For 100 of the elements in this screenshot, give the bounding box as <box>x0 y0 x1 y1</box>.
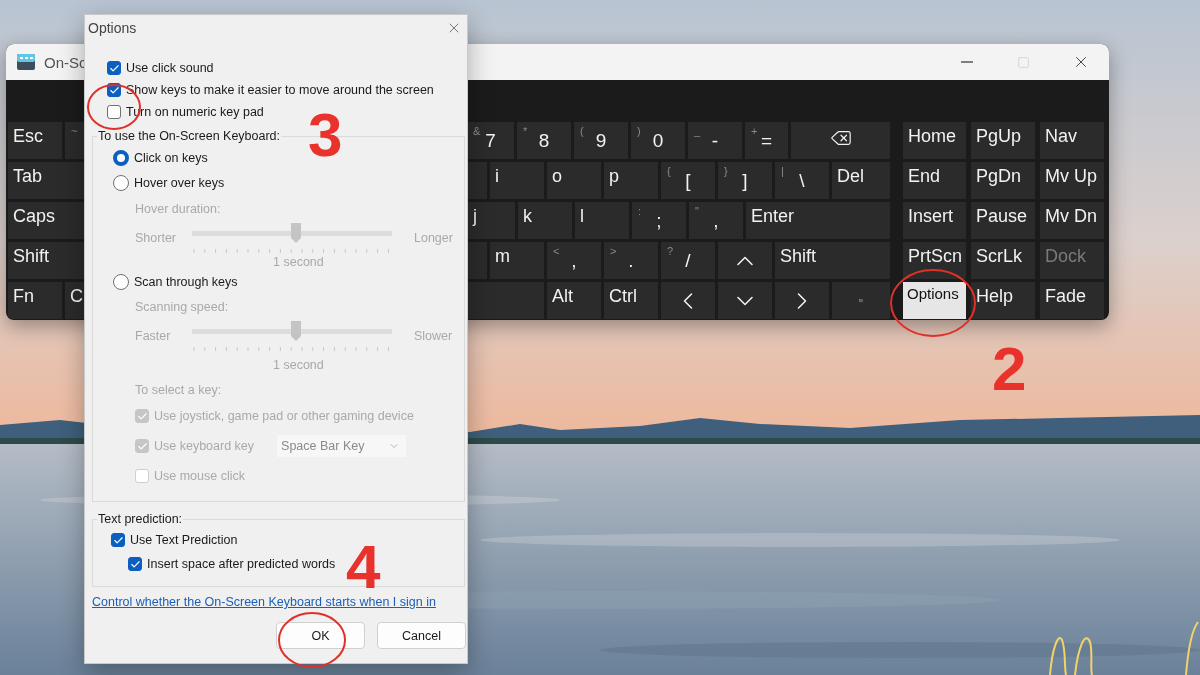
key[interactable]: Shift <box>8 242 84 279</box>
key[interactable]: Tab <box>8 162 84 199</box>
checkbox-label: Use keyboard key <box>154 439 255 453</box>
key-symbol: 7 <box>485 131 496 152</box>
shift-symbol: ? <box>667 245 674 258</box>
key[interactable]: Help <box>971 282 1035 319</box>
key[interactable]: o <box>547 162 601 199</box>
checkbox-label: Use mouse click <box>154 469 245 483</box>
key[interactable]: End <box>903 162 966 199</box>
key[interactable]: Caps <box>8 202 84 239</box>
shift-symbol: " <box>695 205 699 218</box>
key[interactable]: Enter <box>746 202 890 239</box>
cancel-button[interactable]: Cancel <box>377 622 466 649</box>
radio-button[interactable] <box>113 274 129 290</box>
radio-label: Click on keys <box>134 150 208 165</box>
key[interactable]: Pause <box>971 202 1035 239</box>
key-symbol: ] <box>742 171 748 192</box>
slider-reading: 1 second <box>273 255 324 269</box>
slider-reading: 1 second <box>273 358 324 372</box>
checkbox[interactable] <box>128 557 142 571</box>
key[interactable]: ScrLk <box>971 242 1035 279</box>
shift-symbol: ( <box>580 125 584 138</box>
checkbox[interactable] <box>107 105 121 119</box>
key[interactable]: : ; <box>632 202 686 239</box>
annotation-circle <box>277 611 347 669</box>
key[interactable]: i <box>490 162 544 199</box>
key[interactable]: j <box>468 202 515 239</box>
key[interactable]: Options <box>903 282 966 319</box>
shift-symbol: ~ <box>71 125 78 138</box>
key[interactable]: | \ <box>775 162 829 199</box>
key[interactable]: Fn <box>8 282 62 319</box>
radio-button[interactable] <box>113 174 129 191</box>
maximize-icon <box>1017 55 1030 69</box>
key[interactable]: ~ <box>65 122 84 159</box>
key[interactable]: Shift <box>775 242 890 279</box>
shift-symbol: : <box>638 205 642 218</box>
key[interactable]: Fade <box>1040 282 1104 319</box>
key[interactable]: l <box>575 202 629 239</box>
ok-button[interactable]: OK <box>276 622 365 649</box>
key[interactable]: ) 0 <box>631 122 685 159</box>
radio-label: Scan through keys <box>134 275 238 289</box>
key[interactable]: PgUp <box>971 122 1035 159</box>
key[interactable]: Ctrl <box>604 282 658 319</box>
key-symbol: - <box>711 131 719 152</box>
key-symbol: 9 <box>595 131 607 152</box>
shift-symbol: * <box>523 125 528 138</box>
key[interactable]: < , <box>547 242 601 279</box>
key[interactable]: Alt <box>547 282 601 319</box>
radio-label: Hover over keys <box>134 175 225 190</box>
slider-min-label: Faster <box>135 329 172 343</box>
radio-button[interactable] <box>113 149 129 166</box>
key-symbol: 0 <box>652 131 664 152</box>
key[interactable]: Esc <box>8 122 62 159</box>
key[interactable]: { [ <box>661 162 715 199</box>
key[interactable]: Mv Up <box>1040 162 1104 199</box>
key[interactable]: & 7 <box>468 122 514 159</box>
key[interactable]: _ - <box>688 122 742 159</box>
checkbox[interactable] <box>111 533 125 547</box>
key[interactable]: } ] <box>718 162 772 199</box>
key[interactable]: ? / <box>661 242 715 279</box>
key-symbol: , <box>713 211 719 232</box>
key[interactable]: ( 9 <box>574 122 628 159</box>
shift-symbol: | <box>781 165 784 178</box>
group-caption: To select a key: <box>135 383 222 397</box>
shift-symbol: & <box>473 125 481 138</box>
dialog-title: Options <box>88 20 137 36</box>
key[interactable]: p <box>604 162 658 199</box>
checkbox[interactable] <box>107 61 121 75</box>
menu-key-icon <box>856 299 866 302</box>
group-label: Text prediction: <box>97 512 184 526</box>
slider-caption: Hover duration: <box>135 202 221 216</box>
shift-symbol: ) <box>637 125 641 138</box>
key-symbol: [ <box>685 171 691 192</box>
key[interactable]: Home <box>903 122 966 159</box>
key[interactable]: Mv Dn <box>1040 202 1104 239</box>
key[interactable]: Insert <box>903 202 966 239</box>
key[interactable]: k <box>518 202 572 239</box>
key-symbol: = <box>760 131 773 152</box>
step-number: 2 <box>992 338 1027 400</box>
key[interactable]: * 8 <box>517 122 571 159</box>
key[interactable]: m <box>490 242 544 279</box>
shift-symbol: + <box>751 125 758 138</box>
key-symbol: ; <box>656 211 662 232</box>
step-number: 4 <box>346 536 381 598</box>
checkbox-label: Use joystick, game pad or other gaming device <box>154 409 414 423</box>
key[interactable]: PgDn <box>971 162 1035 199</box>
key[interactable]: C <box>65 282 84 319</box>
minimize-icon <box>960 61 973 63</box>
sign-in-link[interactable]: Control whether the On-Screen Keyboard starts when I sign in <box>92 595 467 609</box>
checkbox-label: Use Text Prediction <box>130 533 238 547</box>
key[interactable]: Del <box>832 162 890 199</box>
key[interactable]: " , <box>689 202 743 239</box>
key[interactable]: + = <box>745 122 788 159</box>
key[interactable]: Nav <box>1040 122 1104 159</box>
step-number: 3 <box>308 104 343 166</box>
key[interactable]: > . <box>604 242 658 279</box>
key[interactable] <box>791 122 890 159</box>
key-symbol: / <box>685 251 691 272</box>
key[interactable]: PrtScn <box>903 242 966 279</box>
key-symbol: , <box>571 251 577 272</box>
